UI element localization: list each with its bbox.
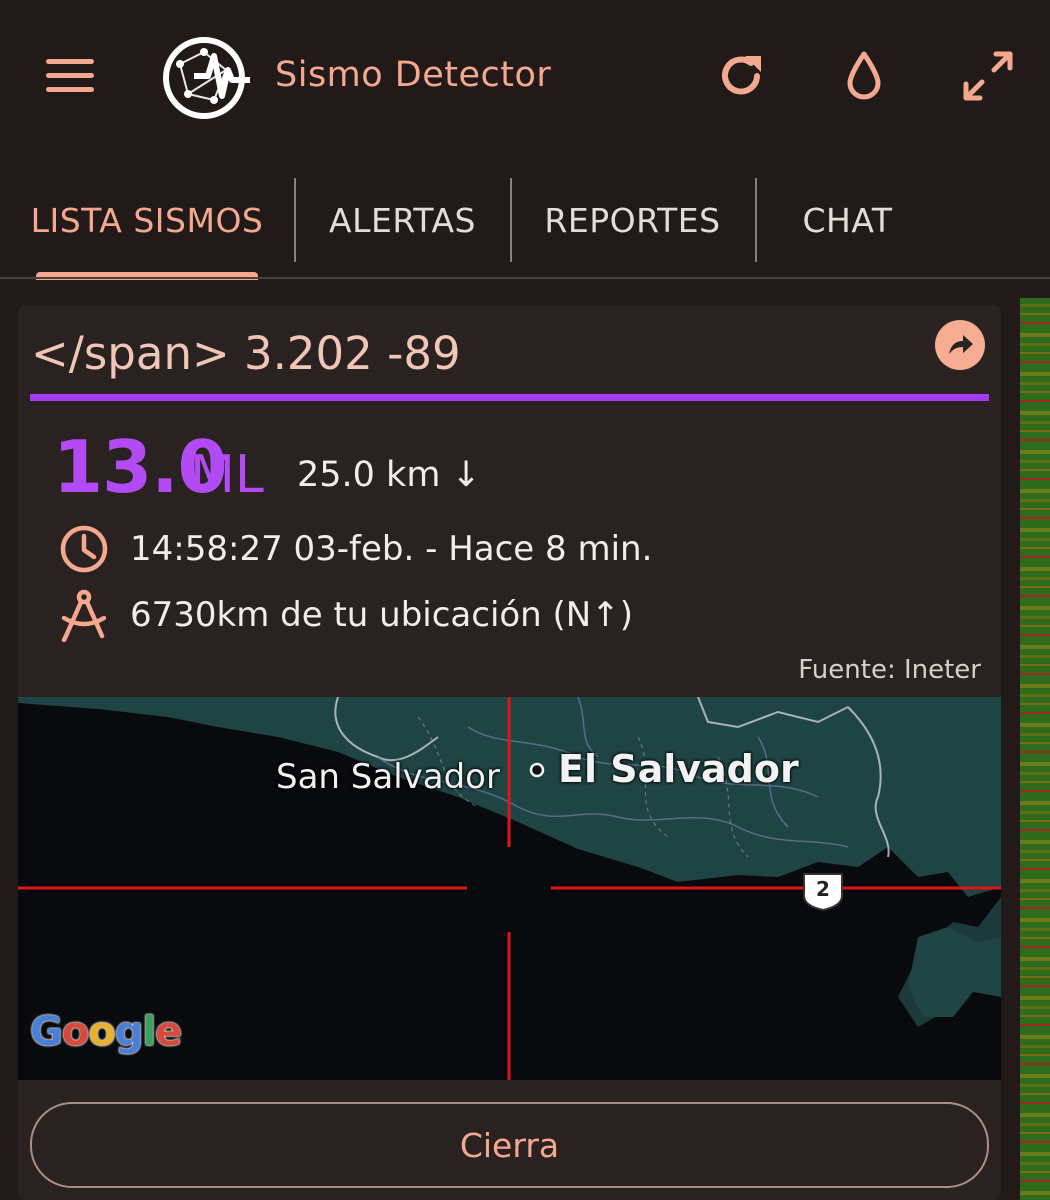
close-button[interactable]: Cierra — [30, 1102, 989, 1188]
expand-icon — [963, 51, 1013, 101]
compass-drawing-icon — [61, 589, 107, 642]
distance-from-user: 6730km de tu ubicación (N↑) — [130, 595, 633, 635]
fullscreen-button[interactable] — [960, 50, 1016, 102]
app-bar: Sismo Detector — [0, 0, 1050, 160]
app-title: Sismo Detector — [275, 55, 552, 95]
google-logo: Google — [30, 1009, 182, 1055]
earthquake-title: </span> 3.202 -89 — [31, 327, 461, 380]
time-row: 14:58:27 03-feb. - Hace 8 min. — [58, 523, 652, 575]
depth-value: 25.0 km ↓ — [297, 455, 481, 495]
seismic-globe-logo — [163, 37, 250, 119]
tab-divider — [755, 178, 757, 262]
tab-reportes[interactable]: REPORTES — [520, 170, 745, 270]
tab-bar-divider — [0, 277, 1050, 279]
data-source: Fuente: Ineter — [798, 655, 981, 685]
earthquake-card[interactable]: </span> 3.202 -89 13.0 ML 25.0 km ↓ 14:5… — [18, 305, 1001, 1200]
drop-button[interactable] — [838, 48, 890, 104]
magnitude-color-bar — [30, 394, 989, 401]
map-label-country: El Salvador — [558, 747, 799, 791]
tab-divider — [294, 178, 296, 262]
map-label-city: San Salvador — [276, 757, 500, 797]
clock-icon — [60, 525, 108, 573]
distance-row: 6730km de tu ubicación (N↑) — [58, 588, 633, 642]
route-shield-label: 2 — [816, 877, 830, 901]
tab-divider — [510, 178, 512, 262]
epicenter-map[interactable]: 2 San Salvador El Salvador Google — [18, 697, 1001, 1080]
share-button[interactable] — [935, 320, 985, 370]
tab-chat[interactable]: CHAT — [765, 170, 930, 270]
app-logo — [160, 34, 252, 122]
menu-button[interactable] — [40, 50, 100, 100]
share-arrow-icon — [949, 335, 973, 354]
tab-bar: LISTA SISMOS ALERTAS REPORTES CHAT — [0, 170, 1050, 280]
menu-icon — [46, 59, 94, 92]
tab-lista-sismos[interactable]: LISTA SISMOS — [22, 170, 272, 270]
refresh-button[interactable] — [715, 50, 767, 102]
activity-strip — [1020, 298, 1050, 1200]
tab-alertas[interactable]: ALERTAS — [305, 170, 500, 270]
event-time: 14:58:27 03-feb. - Hace 8 min. — [130, 529, 653, 569]
water-drop-icon — [847, 51, 881, 100]
magnitude-unit: ML — [190, 445, 264, 505]
refresh-icon — [722, 56, 761, 95]
